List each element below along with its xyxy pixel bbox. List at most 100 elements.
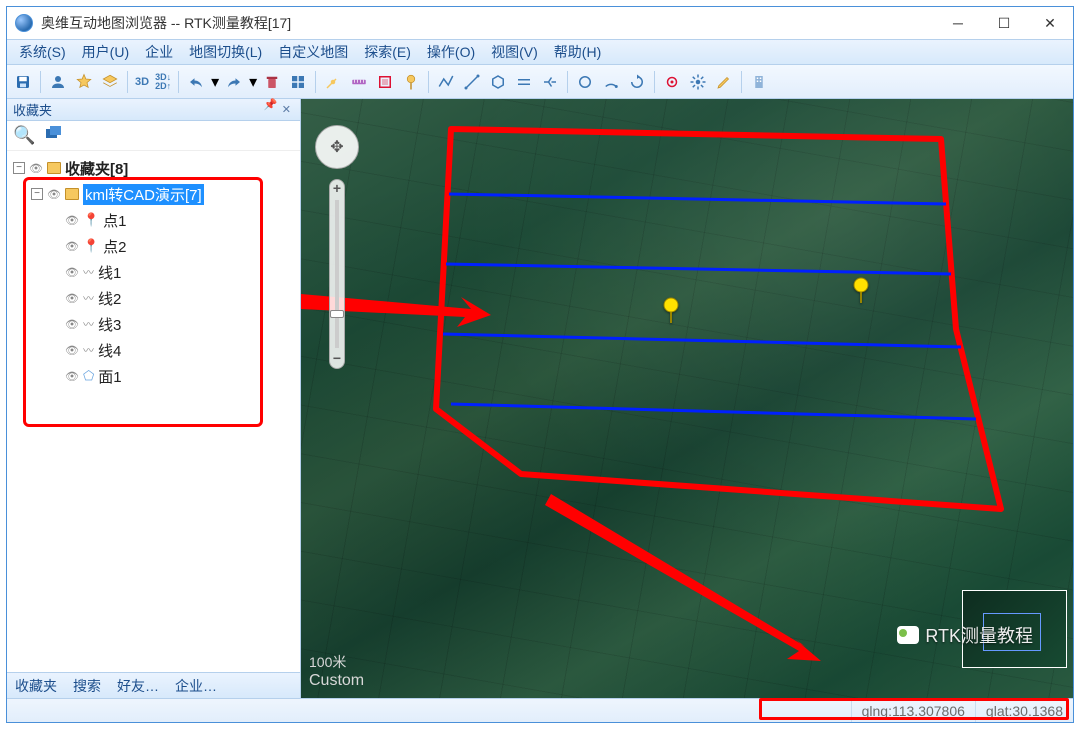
collapse-icon[interactable]: −: [31, 188, 43, 200]
toolbar: 3D 3D↓2D↑ ▾ ▾: [7, 65, 1073, 99]
map-provider-label: Custom: [309, 672, 364, 689]
side-panel-title-bar: 收藏夹 📌 ✕: [7, 99, 300, 121]
undo-icon[interactable]: [184, 70, 208, 94]
favorites-tree[interactable]: − 👁 收藏夹[8] − 👁 kml转CAD演示[7] 👁📍点1: [7, 151, 300, 672]
tree-item-area1[interactable]: 👁⬠面1: [31, 363, 300, 389]
zoom-slider-track[interactable]: [335, 200, 339, 348]
tree-root-row[interactable]: − 👁 收藏夹[8]: [13, 155, 300, 181]
pan-control[interactable]: ✥: [315, 125, 359, 169]
tab-friends[interactable]: 好友…: [109, 676, 167, 696]
annotation-arrow: [545, 494, 821, 661]
menu-map-switch[interactable]: 地图切换(L): [183, 40, 268, 64]
folder-icon: [65, 188, 79, 200]
status-latitude: glat:30.1368: [975, 699, 1073, 722]
menu-custom-map[interactable]: 自定义地图: [272, 40, 354, 64]
settings-icon[interactable]: [686, 70, 710, 94]
map-viewport[interactable]: ✥ + − 100米 Custom RTK测量教程: [301, 99, 1073, 698]
view-3d-button[interactable]: 3D: [133, 76, 151, 88]
grid-icon[interactable]: [286, 70, 310, 94]
offset-icon[interactable]: [512, 70, 536, 94]
tree-item-point2[interactable]: 👁📍点2: [31, 233, 300, 259]
pushpin-icon: 📍: [83, 238, 99, 254]
line-icon: 〰: [83, 342, 94, 358]
star-icon[interactable]: [72, 70, 96, 94]
watermark-text: RTK测量教程: [925, 622, 1033, 648]
tab-enterprise[interactable]: 企业…: [167, 676, 225, 696]
map-marker-point[interactable]: [851, 276, 871, 309]
collapse-icon[interactable]: −: [13, 162, 25, 174]
watermark: RTK测量教程: [897, 622, 1033, 648]
close-panel-icon[interactable]: ✕: [279, 103, 294, 116]
cascade-windows-icon[interactable]: [45, 125, 65, 146]
redo-dropdown[interactable]: ▾: [248, 70, 258, 94]
zoom-control[interactable]: + −: [329, 179, 345, 369]
user-icon[interactable]: [46, 70, 70, 94]
search-icon[interactable]: 🔍: [13, 125, 35, 146]
menu-enterprise[interactable]: 企业: [139, 40, 179, 64]
menu-user[interactable]: 用户(U): [76, 40, 135, 64]
tree-item-line1[interactable]: 👁〰线1: [31, 259, 300, 285]
building-icon[interactable]: [747, 70, 771, 94]
arc-icon[interactable]: [599, 70, 623, 94]
side-panel: 收藏夹 📌 ✕ 🔍 − 👁 收藏夹[8]: [7, 99, 301, 698]
polyline-icon[interactable]: [434, 70, 458, 94]
app-window: 奥维互动地图浏览器 -- RTK测量教程[17] ─ ☐ ✕ 系统(S) 用户(…: [6, 6, 1074, 723]
target-icon[interactable]: [660, 70, 684, 94]
pushpin-icon[interactable]: [399, 70, 423, 94]
folder-icon: [47, 162, 61, 174]
edit-icon[interactable]: [712, 70, 736, 94]
visibility-icon[interactable]: 👁: [29, 162, 43, 175]
circle-icon[interactable]: [573, 70, 597, 94]
zoom-out-button[interactable]: −: [333, 350, 341, 368]
ruler-icon[interactable]: [347, 70, 371, 94]
menu-explore[interactable]: 探索(E): [358, 40, 417, 64]
line-icon: 〰: [83, 316, 94, 332]
area-icon[interactable]: [373, 70, 397, 94]
layers-icon[interactable]: [98, 70, 122, 94]
toggle-3d2d-button[interactable]: 3D↓2D↑: [153, 73, 173, 91]
close-button[interactable]: ✕: [1041, 14, 1059, 32]
minimize-button[interactable]: ─: [949, 14, 967, 32]
undo-dropdown[interactable]: ▾: [210, 70, 220, 94]
status-bar: glng:113.307806 glat:30.1368: [7, 698, 1073, 722]
merge-icon[interactable]: [538, 70, 562, 94]
rotate-icon[interactable]: [625, 70, 649, 94]
draw-point-icon[interactable]: [321, 70, 345, 94]
app-icon: [15, 14, 33, 32]
map-vector-overlay: [301, 99, 1073, 669]
menu-system[interactable]: 系统(S): [13, 40, 72, 64]
tree-item-line2[interactable]: 👁〰线2: [31, 285, 300, 311]
visibility-icon[interactable]: 👁: [47, 188, 61, 201]
maximize-button[interactable]: ☐: [995, 14, 1013, 32]
pin-icon[interactable]: 📌: [261, 98, 279, 122]
save-icon[interactable]: [11, 70, 35, 94]
polygon-icon: ⬠: [83, 368, 94, 384]
tree-root-label: 收藏夹[8]: [65, 158, 128, 179]
menu-help[interactable]: 帮助(H): [548, 40, 607, 64]
tree-item-point1[interactable]: 👁📍点1: [31, 207, 300, 233]
map-marker-point[interactable]: [661, 296, 681, 329]
wechat-icon: [897, 626, 919, 644]
side-tabs: 收藏夹 搜索 好友… 企业…: [7, 672, 300, 698]
survey-line: [443, 334, 961, 347]
tree-item-line4[interactable]: 👁〰线4: [31, 337, 300, 363]
zoom-in-button[interactable]: +: [333, 180, 341, 198]
tree-folder-row[interactable]: − 👁 kml转CAD演示[7]: [31, 181, 300, 207]
trash-icon[interactable]: [260, 70, 284, 94]
polygon-icon[interactable]: [486, 70, 510, 94]
menu-operate[interactable]: 操作(O): [421, 40, 481, 64]
pushpin-icon: 📍: [83, 212, 99, 228]
edge-icon[interactable]: [460, 70, 484, 94]
menubar: 系统(S) 用户(U) 企业 地图切换(L) 自定义地图 探索(E) 操作(O)…: [7, 39, 1073, 65]
redo-icon[interactable]: [222, 70, 246, 94]
zoom-slider-thumb[interactable]: [330, 310, 344, 318]
tree-item-line3[interactable]: 👁〰线3: [31, 311, 300, 337]
window-title: 奥维互动地图浏览器 -- RTK测量教程[17]: [41, 13, 291, 33]
line-icon: 〰: [83, 264, 94, 280]
survey-line: [449, 194, 946, 204]
tab-favorites[interactable]: 收藏夹: [7, 676, 65, 696]
menu-view[interactable]: 视图(V): [485, 40, 544, 64]
survey-line: [451, 404, 976, 419]
map-scale-label: 100米 Custom: [309, 652, 364, 690]
tab-search[interactable]: 搜索: [65, 676, 109, 696]
